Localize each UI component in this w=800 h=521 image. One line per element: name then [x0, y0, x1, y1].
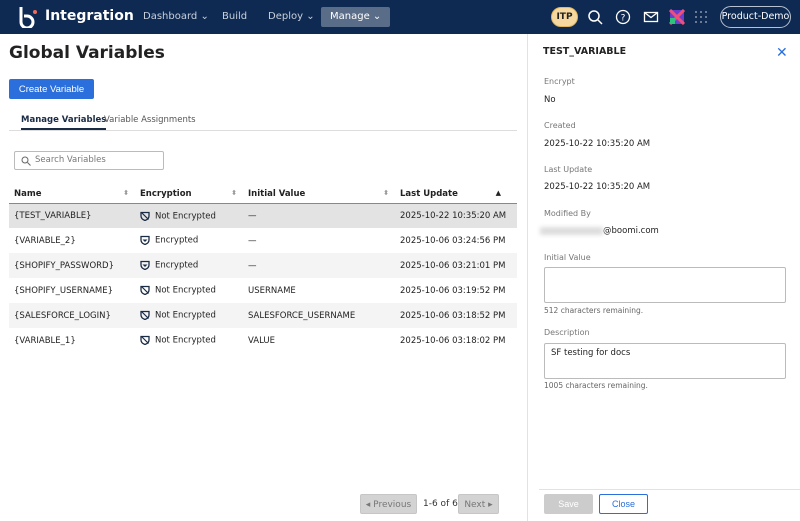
column-initial-value[interactable]: Initial Value ⬍: [243, 186, 395, 204]
cell-encryption: Encrypted: [135, 253, 243, 278]
search-icon: [21, 156, 31, 166]
cell-name: {SHOPIFY_PASSWORD}: [9, 253, 135, 278]
cell-last-update: 2025-10-06 03:18:02 PM: [400, 335, 506, 346]
cell-last-update: 2025-10-06 03:18:52 PM: [395, 303, 517, 328]
sort-icon: ⬍: [231, 189, 237, 197]
created-label: Created: [544, 121, 576, 130]
cell-encryption: Not Encrypted: [135, 328, 243, 353]
description-hint: 1005 characters remaining.: [544, 381, 648, 390]
close-button[interactable]: Close: [599, 494, 648, 514]
tab-manage-variables[interactable]: Manage Variables: [21, 115, 107, 130]
variable-details-panel: TEST_VARIABLE ✕ Encrypt No Created 2025-…: [527, 34, 800, 521]
cell-last-update: 2025-10-06 03:24:56 PM: [400, 235, 506, 246]
last-update-label: Last Update: [544, 165, 593, 174]
modified-by-value: @boomi.com: [540, 226, 659, 236]
top-nav: Integration Dashboard ⌄ Build Deploy ⌄ M…: [0, 0, 800, 34]
cell-name: {TEST_VARIABLE}: [9, 203, 135, 228]
variables-table: Name ⬍ Encryption ⬍ Initial Value ⬍ Last Up…: [9, 186, 517, 353]
cell-initial-value: —: [243, 253, 395, 278]
table-row[interactable]: {VARIABLE_1} Not Encrypted VALUE 2025-10-06…: [9, 328, 517, 353]
last-update-value: 2025-10-22 10:35:20 AM: [544, 182, 651, 192]
sort-ascending-icon: ▲: [495, 189, 501, 197]
column-last-update[interactable]: Last Update ▲: [395, 186, 517, 204]
profile-button[interactable]: Product-Demo: [720, 6, 791, 28]
cell-encryption: Not Encrypted: [135, 303, 243, 328]
cell-encryption: Not Encrypted: [135, 203, 243, 228]
divider: [9, 130, 517, 131]
save-button[interactable]: Save: [544, 494, 593, 514]
svg-text:?: ?: [621, 14, 626, 24]
help-icon[interactable]: ?: [615, 9, 631, 25]
app-title: Integration: [45, 8, 134, 24]
created-value: 2025-10-22 10:35:20 AM: [544, 139, 651, 149]
table-row[interactable]: {SALESFORCE_LOGIN} Not Encrypted SALESFORC…: [9, 303, 517, 328]
next-button[interactable]: Next ▸: [458, 494, 499, 514]
close-icon[interactable]: ✕: [776, 45, 788, 61]
cell-encryption: Not Encrypted: [135, 278, 243, 303]
initial-value-hint: 512 characters remaining.: [544, 306, 644, 315]
cell-name: {VARIABLE_1}: [14, 335, 76, 346]
boomi-logo-icon[interactable]: [18, 6, 38, 28]
sort-icon: ⬍: [383, 189, 389, 197]
shield-not-encrypted-icon: [140, 336, 150, 346]
cell-initial-value: SALESFORCE_USERNAME: [243, 303, 395, 328]
encrypt-label: Encrypt: [544, 77, 575, 86]
cell-last-update: 2025-10-06 03:21:01 PM: [395, 253, 517, 278]
cell-initial-value: VALUE: [248, 335, 275, 346]
shield-not-encrypted-icon: [140, 286, 150, 296]
cell-name: {SHOPIFY_USERNAME}: [14, 285, 114, 296]
column-encryption[interactable]: Encryption ⬍: [135, 186, 243, 204]
divider: [539, 489, 800, 490]
initial-value-label: Initial Value: [544, 253, 591, 262]
cell-initial-value: —: [243, 203, 395, 228]
ai-agent-icon[interactable]: [669, 9, 685, 25]
cell-initial-value: USERNAME: [248, 285, 296, 296]
table-row[interactable]: {SHOPIFY_PASSWORD} Encrypted —2025-10-06 0…: [9, 253, 517, 278]
cell-last-update: 2025-10-06 03:19:52 PM: [400, 285, 506, 296]
tab-variable-assignments[interactable]: Variable Assignments: [104, 115, 196, 125]
table-row[interactable]: {SHOPIFY_USERNAME} Not Encrypted USERNAME 2…: [9, 278, 517, 303]
initial-value-input[interactable]: [544, 267, 786, 303]
shield-not-encrypted-icon: [140, 211, 150, 221]
cell-last-update: 2025-10-22 10:35:20 AM: [395, 203, 517, 228]
shield-encrypted-icon: [140, 236, 150, 246]
cell-initial-value: —: [248, 235, 257, 246]
mail-icon[interactable]: [643, 9, 659, 25]
search-input[interactable]: Search Variables: [14, 151, 164, 170]
cell-encryption: Encrypted: [135, 228, 243, 253]
description-input[interactable]: SF testing for docs: [544, 343, 786, 379]
column-name[interactable]: Name ⬍: [9, 186, 135, 204]
apps-grid-icon[interactable]: [693, 9, 709, 25]
nav-dashboard[interactable]: Dashboard ⌄: [143, 7, 209, 27]
table-row[interactable]: {TEST_VARIABLE} Not Encrypted —2025-10-22 …: [9, 203, 517, 228]
shield-encrypted-icon: [140, 261, 150, 271]
panel-title: TEST_VARIABLE: [543, 46, 627, 57]
description-label: Description: [544, 328, 590, 337]
cell-name: {SALESFORCE_LOGIN}: [9, 303, 135, 328]
previous-button[interactable]: ◂ Previous: [360, 494, 417, 514]
modified-by-label: Modified By: [544, 209, 591, 218]
page-range: 1-6 of 6: [423, 499, 458, 509]
shield-not-encrypted-icon: [140, 311, 150, 321]
account-badge[interactable]: ITP: [551, 7, 578, 27]
nav-manage[interactable]: Manage ⌄: [321, 7, 391, 27]
nav-build[interactable]: Build: [222, 7, 247, 27]
page-title: Global Variables: [9, 43, 165, 63]
nav-deploy[interactable]: Deploy ⌄: [268, 7, 315, 27]
sort-icon: ⬍: [123, 189, 129, 197]
create-variable-button[interactable]: Create Variable: [9, 79, 94, 99]
cell-name: {VARIABLE_2}: [14, 235, 76, 246]
encrypt-value: No: [544, 95, 556, 105]
search-icon[interactable]: [587, 9, 603, 25]
table-row[interactable]: {VARIABLE_2} Encrypted — 2025-10-06 03:24:5…: [9, 228, 517, 253]
